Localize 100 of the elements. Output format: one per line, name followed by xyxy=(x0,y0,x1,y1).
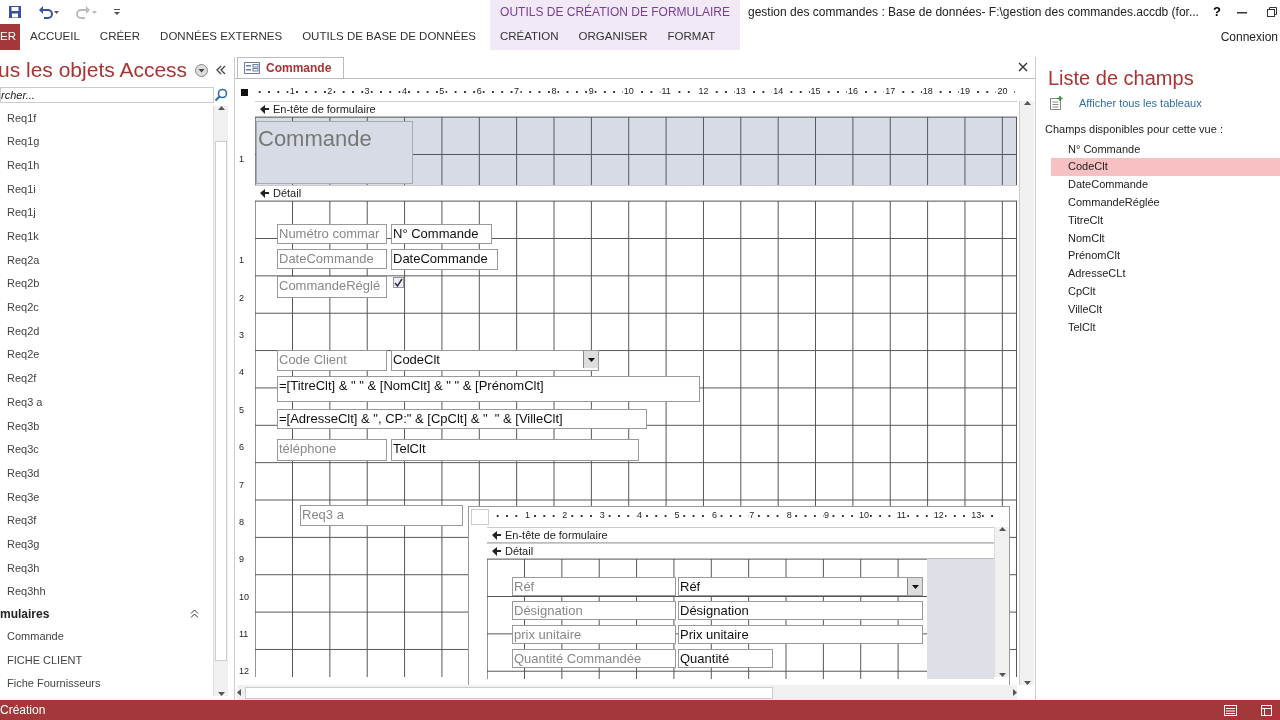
scroll-left-icon[interactable] xyxy=(237,689,241,696)
nav-item[interactable]: Req2f xyxy=(0,366,213,391)
nav-item[interactable]: Req3f xyxy=(0,508,213,533)
document-tab[interactable]: Commande xyxy=(237,57,345,78)
nav-item[interactable]: Req3 a xyxy=(0,390,213,414)
ribbon-tab[interactable]: DONNÉES EXTERNES xyxy=(150,24,293,50)
scroll-down-icon[interactable] xyxy=(217,692,225,696)
section-bar[interactable]: Détail xyxy=(255,185,1017,201)
design-view-icon[interactable] xyxy=(1261,704,1272,716)
ribbon-tab[interactable]: FORMAT xyxy=(657,24,726,50)
group-header[interactable]: mulaires xyxy=(0,604,50,623)
chevron-up-icon[interactable] xyxy=(190,609,199,619)
scroll-up-icon[interactable] xyxy=(998,527,1006,531)
nav-item[interactable]: Commande xyxy=(0,624,213,649)
field-label[interactable]: Numétro commar xyxy=(277,224,387,244)
nav-item[interactable]: Req2d xyxy=(0,319,213,343)
text-box[interactable]: DateCommande xyxy=(391,249,498,270)
field-label[interactable]: Désignation xyxy=(512,601,676,620)
field-item[interactable]: TitreClt xyxy=(1051,211,1280,229)
customize-icon[interactable] xyxy=(114,8,121,16)
scrollbar[interactable] xyxy=(213,106,228,696)
ribbon-tab[interactable]: CRÉATION xyxy=(490,24,569,50)
text-box[interactable]: Quantité xyxy=(678,649,773,668)
nav-item[interactable]: Req1j xyxy=(0,200,213,225)
text-box[interactable]: TelClt xyxy=(391,439,639,461)
text-box[interactable]: Désignation xyxy=(678,601,923,620)
search-field[interactable]: rcher... xyxy=(0,87,214,103)
nav-item[interactable]: Req2a xyxy=(0,248,213,272)
form-selector-icon[interactable] xyxy=(240,88,248,96)
text-box[interactable]: Prix unitaire xyxy=(678,625,923,644)
nav-item[interactable]: Req3h xyxy=(0,556,213,580)
scrollbar[interactable] xyxy=(1019,101,1034,685)
nav-item[interactable]: Req3b xyxy=(0,413,213,438)
ruler-number: 19 xyxy=(959,85,971,97)
field-label[interactable]: Réf xyxy=(512,577,676,596)
nav-item[interactable]: Req2e xyxy=(0,342,213,367)
show-all-tables-link[interactable]: Afficher tous les tableaux xyxy=(1079,95,1202,112)
field-label[interactable]: téléphone xyxy=(277,439,387,461)
text-box[interactable]: N° Commande xyxy=(391,224,492,244)
nav-item[interactable]: Req2b xyxy=(0,271,213,296)
restore-icon[interactable] xyxy=(1267,7,1277,17)
field-label[interactable]: DateCommande xyxy=(277,249,387,269)
combo-box[interactable]: CodeClt xyxy=(391,350,599,371)
nav-item[interactable]: FICHE CLIENT xyxy=(0,648,213,672)
nav-item[interactable]: Req1f xyxy=(0,106,213,130)
ruler-number: 7 xyxy=(748,509,756,521)
field-label[interactable]: CommandeRéglé xyxy=(277,276,387,298)
file-tab[interactable]: ER xyxy=(0,24,20,50)
dropdown-icon[interactable] xyxy=(195,63,208,77)
account-link[interactable]: Connexion xyxy=(1220,28,1278,46)
nav-item[interactable]: Req3hh xyxy=(0,579,213,604)
ribbon-tab[interactable]: ORGANISER xyxy=(568,24,658,50)
field-label[interactable]: Code Client xyxy=(277,350,387,371)
section-bar[interactable]: En-tête de formulaire xyxy=(255,101,1017,117)
undo-icon[interactable] xyxy=(38,5,60,19)
nav-item[interactable]: Req3g xyxy=(0,532,213,557)
ribbon-tab[interactable]: ACCUEIL xyxy=(20,24,90,50)
ribbon-tab[interactable]: OUTILS DE BASE DE DONNÉES xyxy=(292,24,486,50)
field-item[interactable]: DateCommande xyxy=(1051,175,1280,194)
field-label[interactable]: prix unitaire xyxy=(512,625,676,644)
scroll-up-icon[interactable] xyxy=(217,106,225,110)
text-box[interactable]: =[TitreClt] & " " & [NomClt] & " " & [PrénomClt] xyxy=(277,376,700,402)
nav-item[interactable]: Req3d xyxy=(0,461,213,485)
field-item[interactable]: PrénomClt xyxy=(1051,246,1280,265)
field-item[interactable]: CodeClt xyxy=(1051,157,1280,176)
nav-item[interactable]: Req1h xyxy=(0,153,213,178)
help-button[interactable]: ? xyxy=(1213,2,1221,22)
add-table-icon[interactable] xyxy=(1050,96,1063,111)
nav-item[interactable]: Fiche Fournisseurs xyxy=(0,671,213,696)
field-item[interactable]: AdresseCLt xyxy=(1051,264,1280,283)
text-box[interactable]: =[AdresseClt] & ", CP:" & [CpClt] & " " & [VilleClt] xyxy=(277,409,647,429)
field-label[interactable]: Quantité Commandée xyxy=(512,649,676,668)
nav-item[interactable]: Req1g xyxy=(0,129,213,154)
nav-item[interactable]: Req1k xyxy=(0,224,213,249)
scroll-right-icon[interactable] xyxy=(1013,689,1017,696)
nav-item[interactable]: Req3c xyxy=(0,437,213,462)
section-bar[interactable]: En-tête de formulaire xyxy=(487,527,994,543)
nav-item[interactable]: Req1i xyxy=(0,177,213,201)
field-item[interactable]: CommandeRéglée xyxy=(1051,193,1280,212)
field-item[interactable]: N° Commande xyxy=(1051,140,1280,158)
scroll-down-icon[interactable] xyxy=(1023,681,1031,685)
scroll-up-icon[interactable] xyxy=(1023,101,1031,105)
field-label[interactable]: Req3 a xyxy=(300,505,463,526)
search-icon[interactable] xyxy=(214,88,228,102)
field-item[interactable]: TelClt xyxy=(1051,317,1280,336)
form-view-icon[interactable] xyxy=(1224,704,1237,716)
ribbon-tab[interactable]: CRÉER xyxy=(89,24,151,50)
field-item[interactable]: NomClt xyxy=(1051,229,1280,247)
nav-item[interactable]: Req3e xyxy=(0,485,213,509)
field-item[interactable]: VilleClt xyxy=(1051,300,1280,318)
save-icon[interactable] xyxy=(8,5,22,19)
nav-item[interactable]: Req2c xyxy=(0,295,213,320)
checkbox[interactable] xyxy=(393,277,404,288)
field-item[interactable]: CpClt xyxy=(1051,282,1280,301)
section-bar[interactable]: Détail xyxy=(487,543,994,559)
close-icon[interactable] xyxy=(1018,62,1028,72)
scrollbar[interactable] xyxy=(237,685,1017,700)
collapse-icon[interactable] xyxy=(216,65,226,75)
combo-box[interactable]: Réf xyxy=(678,577,923,596)
scroll-down-icon[interactable] xyxy=(998,673,1006,677)
